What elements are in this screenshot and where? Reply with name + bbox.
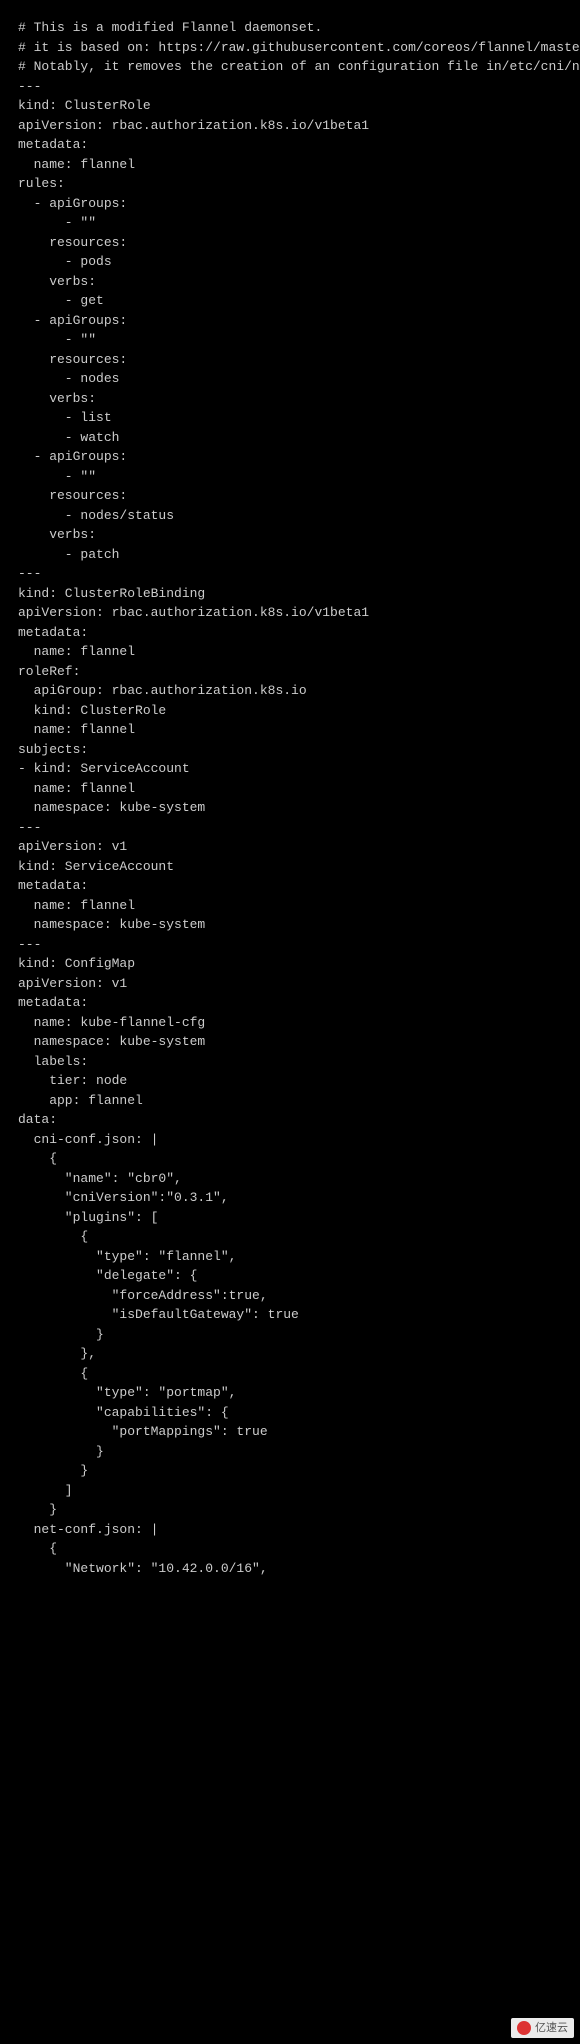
code-line: kind: ConfigMap [18, 954, 562, 974]
code-line: "portMappings": true [18, 1422, 562, 1442]
code-line: resources: [18, 350, 562, 370]
code-line: metadata: [18, 876, 562, 896]
code-line: - pods [18, 252, 562, 272]
code-line: "type": "flannel", [18, 1247, 562, 1267]
code-line: apiVersion: rbac.authorization.k8s.io/v1… [18, 116, 562, 136]
watermark-icon [517, 2021, 531, 2035]
code-line: metadata: [18, 135, 562, 155]
code-line: } [18, 1325, 562, 1345]
code-line: apiGroup: rbac.authorization.k8s.io [18, 681, 562, 701]
code-line: - "" [18, 213, 562, 233]
code-line: namespace: kube-system [18, 798, 562, 818]
code-line: "forceAddress":true, [18, 1286, 562, 1306]
code-line: { [18, 1539, 562, 1559]
code-line: --- [18, 77, 562, 97]
code-line: { [18, 1149, 562, 1169]
code-line: apiVersion: rbac.authorization.k8s.io/v1… [18, 603, 562, 623]
code-line: - list [18, 408, 562, 428]
code-line: roleRef: [18, 662, 562, 682]
code-line: rules: [18, 174, 562, 194]
code-line: # This is a modified Flannel daemonset. [18, 18, 562, 38]
code-line: name: flannel [18, 896, 562, 916]
code-line: { [18, 1227, 562, 1247]
code-line: } [18, 1500, 562, 1520]
watermark-text: 亿速云 [535, 2020, 568, 2037]
code-line: --- [18, 564, 562, 584]
code-line: verbs: [18, 525, 562, 545]
code-block: # This is a modified Flannel daemonset.#… [18, 18, 562, 1578]
code-line: "plugins": [ [18, 1208, 562, 1228]
code-line: - apiGroups: [18, 194, 562, 214]
code-line: --- [18, 818, 562, 838]
code-line: - nodes/status [18, 506, 562, 526]
code-line: name: flannel [18, 720, 562, 740]
code-line: net-conf.json: | [18, 1520, 562, 1540]
code-line: namespace: kube-system [18, 1032, 562, 1052]
code-line: kind: ServiceAccount [18, 857, 562, 877]
code-line: resources: [18, 233, 562, 253]
code-line: "type": "portmap", [18, 1383, 562, 1403]
code-line: - "" [18, 467, 562, 487]
code-line: verbs: [18, 272, 562, 292]
code-line: "isDefaultGateway": true [18, 1305, 562, 1325]
code-line: # Notably, it removes the creation of an… [18, 57, 562, 77]
code-line: "Network": "10.42.0.0/16", [18, 1559, 562, 1579]
code-line: labels: [18, 1052, 562, 1072]
code-line: }, [18, 1344, 562, 1364]
code-line: ] [18, 1481, 562, 1501]
watermark: 亿速云 [511, 2018, 574, 2039]
code-line: resources: [18, 486, 562, 506]
code-line: "capabilities": { [18, 1403, 562, 1423]
code-line: apiVersion: v1 [18, 837, 562, 857]
code-line: "name": "cbr0", [18, 1169, 562, 1189]
code-line: } [18, 1442, 562, 1462]
code-line: namespace: kube-system [18, 915, 562, 935]
code-line: "delegate": { [18, 1266, 562, 1286]
code-line: } [18, 1461, 562, 1481]
code-line: apiVersion: v1 [18, 974, 562, 994]
code-line: verbs: [18, 389, 562, 409]
code-line: kind: ClusterRole [18, 96, 562, 116]
code-line: kind: ClusterRole [18, 701, 562, 721]
code-line: metadata: [18, 993, 562, 1013]
code-line: - apiGroups: [18, 311, 562, 331]
code-line: name: flannel [18, 155, 562, 175]
code-line: name: flannel [18, 642, 562, 662]
code-line: - kind: ServiceAccount [18, 759, 562, 779]
code-line: tier: node [18, 1071, 562, 1091]
code-line: name: kube-flannel-cfg [18, 1013, 562, 1033]
code-line: - "" [18, 330, 562, 350]
code-line: metadata: [18, 623, 562, 643]
code-line: { [18, 1364, 562, 1384]
code-line: cni-conf.json: | [18, 1130, 562, 1150]
code-line: name: flannel [18, 779, 562, 799]
code-line: "cniVersion":"0.3.1", [18, 1188, 562, 1208]
code-line: data: [18, 1110, 562, 1130]
code-line: --- [18, 935, 562, 955]
code-line: - apiGroups: [18, 447, 562, 467]
code-line: app: flannel [18, 1091, 562, 1111]
code-line: - watch [18, 428, 562, 448]
code-line: kind: ClusterRoleBinding [18, 584, 562, 604]
code-line: - nodes [18, 369, 562, 389]
code-line: subjects: [18, 740, 562, 760]
code-line: # it is based on: https://raw.githubuser… [18, 38, 562, 58]
code-line: - patch [18, 545, 562, 565]
code-line: - get [18, 291, 562, 311]
